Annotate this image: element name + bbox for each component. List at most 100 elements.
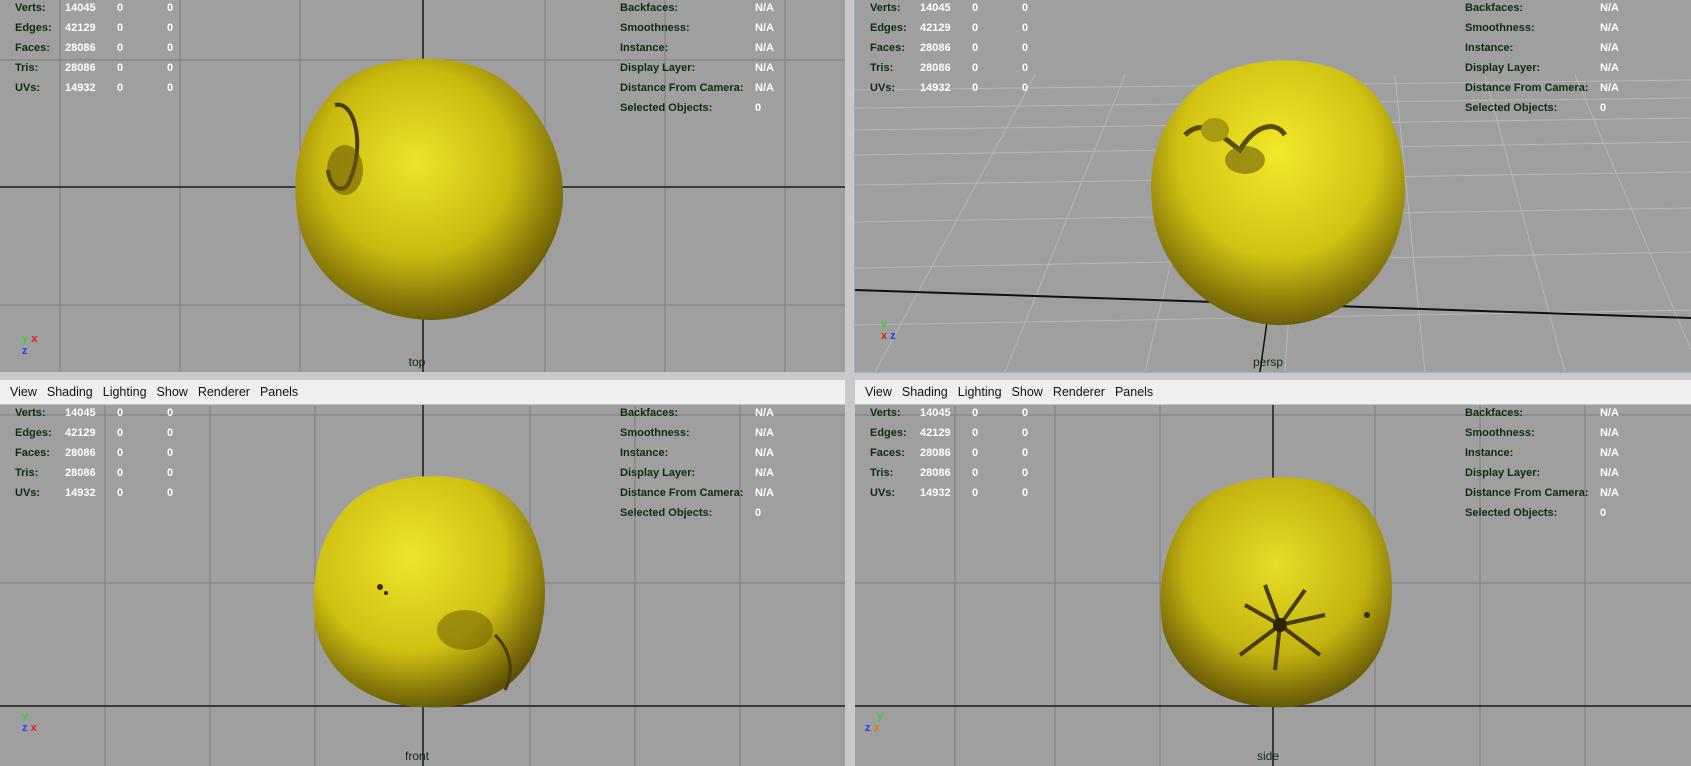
camera-label: persp [1252, 355, 1284, 369]
info-value: N/A [1600, 62, 1619, 74]
info-label: Distance From Camera: [1465, 487, 1589, 499]
info-label: Distance From Camera: [1465, 82, 1589, 94]
info-value: N/A [755, 447, 774, 459]
menu-panels[interactable]: Panels [255, 380, 303, 404]
stat-row: UVs: 14932 0 0 [870, 485, 1052, 505]
stat-selected: 0 [117, 82, 124, 94]
stat-row: Verts: 14045 0 0 [870, 0, 1052, 20]
stat-row: Faces: 28086 0 0 [870, 40, 1052, 60]
stat-row: Tris: 28086 0 0 [15, 60, 197, 80]
menu-view[interactable]: View [860, 380, 897, 404]
stat-label: Tris: [870, 467, 894, 479]
stat-label: Tris: [15, 467, 39, 479]
stat-label: Verts: [15, 2, 46, 14]
stat-row: Tris: 28086 0 0 [870, 465, 1052, 485]
stat-component: 0 [1022, 2, 1029, 14]
info-value: N/A [755, 2, 774, 14]
stat-selected: 0 [972, 82, 979, 94]
quince-model-side[interactable] [1155, 465, 1395, 710]
menu-panels[interactable]: Panels [1110, 380, 1158, 404]
stat-component: 0 [1022, 62, 1029, 74]
viewport-top[interactable]: Verts: 14045 0 0 Edges: 42129 0 0 Faces: 28086 0 0 T… [0, 0, 845, 372]
menu-view[interactable]: View [5, 380, 42, 404]
stat-total: 14932 [65, 487, 96, 499]
info-value: N/A [1600, 82, 1619, 94]
stat-component: 0 [1022, 42, 1029, 54]
info-row: Selected Objects: 0 [1465, 505, 1619, 525]
stat-total: 14045 [920, 407, 951, 419]
stat-selected: 0 [117, 22, 124, 34]
info-value: N/A [755, 487, 774, 499]
menu-shading[interactable]: Shading [42, 380, 98, 404]
viewport-front[interactable]: View Shading Lighting Show Renderer Pane… [0, 380, 845, 766]
info-label: Smoothness: [1465, 22, 1535, 34]
info-row: Smoothness: N/A [1465, 20, 1619, 40]
stat-selected: 0 [972, 487, 979, 499]
stat-total: 14045 [65, 2, 96, 14]
info-label: Selected Objects: [620, 102, 713, 114]
menu-shading[interactable]: Shading [897, 380, 953, 404]
stat-label: Edges: [870, 22, 907, 34]
info-value: N/A [1600, 42, 1619, 54]
quince-model-front[interactable] [310, 465, 550, 710]
info-value: N/A [1600, 487, 1619, 499]
stat-row: UVs: 14932 0 0 [870, 80, 1052, 100]
info-row: Smoothness: N/A [1465, 425, 1619, 445]
info-row: Distance From Camera: N/A [620, 485, 774, 505]
menu-show[interactable]: Show [1007, 380, 1048, 404]
info-row: Backfaces: N/A [620, 405, 774, 425]
camera-label: side [1256, 749, 1280, 763]
info-row: Display Layer: N/A [1465, 60, 1619, 80]
info-label: Backfaces: [1465, 407, 1524, 419]
info-row: Distance From Camera: N/A [1465, 80, 1619, 100]
stat-total: 28086 [65, 467, 96, 479]
stat-component: 0 [1022, 427, 1029, 439]
stat-total: 14932 [920, 487, 951, 499]
info-value: N/A [1600, 22, 1619, 34]
panel-menubar: View Shading Lighting Show Renderer Pane… [855, 380, 1691, 405]
info-label: Distance From Camera: [620, 82, 744, 94]
info-value: N/A [755, 22, 774, 34]
info-row: Smoothness: N/A [620, 425, 774, 445]
info-label: Instance: [620, 42, 669, 54]
menu-renderer[interactable]: Renderer [193, 380, 255, 404]
stat-selected: 0 [117, 407, 124, 419]
info-label: Display Layer: [1465, 467, 1541, 479]
info-label: Smoothness: [620, 427, 690, 439]
stat-component: 0 [167, 22, 174, 34]
menu-lighting[interactable]: Lighting [98, 380, 152, 404]
stat-component: 0 [167, 62, 174, 74]
info-value: N/A [1600, 407, 1619, 419]
menu-lighting[interactable]: Lighting [953, 380, 1007, 404]
viewport-side[interactable]: View Shading Lighting Show Renderer Pane… [855, 380, 1691, 766]
info-value: 0 [1600, 507, 1607, 519]
info-label: Instance: [1465, 447, 1514, 459]
stat-selected: 0 [117, 42, 124, 54]
stat-component: 0 [1022, 447, 1029, 459]
info-row: Backfaces: N/A [620, 0, 774, 20]
viewport-persp[interactable]: Verts: 14045 0 0 Edges: 42129 0 0 Faces: 28086 0 0 T… [854, 0, 1691, 373]
quince-model-top[interactable] [290, 50, 570, 325]
info-label: Backfaces: [1465, 2, 1524, 14]
menu-renderer[interactable]: Renderer [1048, 380, 1110, 404]
quince-model-persp[interactable] [1145, 45, 1415, 330]
info-value: N/A [755, 407, 774, 419]
info-row: Instance: N/A [1465, 40, 1619, 60]
info-value: N/A [755, 467, 774, 479]
stat-total: 28086 [65, 62, 96, 74]
stat-total: 14932 [65, 82, 96, 94]
stat-total: 28086 [65, 42, 96, 54]
info-label: Smoothness: [620, 22, 690, 34]
stat-component: 0 [167, 42, 174, 54]
info-row: Selected Objects: 0 [620, 100, 774, 120]
stat-row: Edges: 42129 0 0 [870, 20, 1052, 40]
info-value: N/A [1600, 427, 1619, 439]
info-label: Instance: [620, 447, 669, 459]
menu-show[interactable]: Show [152, 380, 193, 404]
stat-selected: 0 [972, 427, 979, 439]
stat-total: 28086 [65, 447, 96, 459]
info-label: Backfaces: [620, 2, 679, 14]
stat-component: 0 [167, 2, 174, 14]
stat-selected: 0 [972, 467, 979, 479]
stat-total: 14932 [920, 82, 951, 94]
